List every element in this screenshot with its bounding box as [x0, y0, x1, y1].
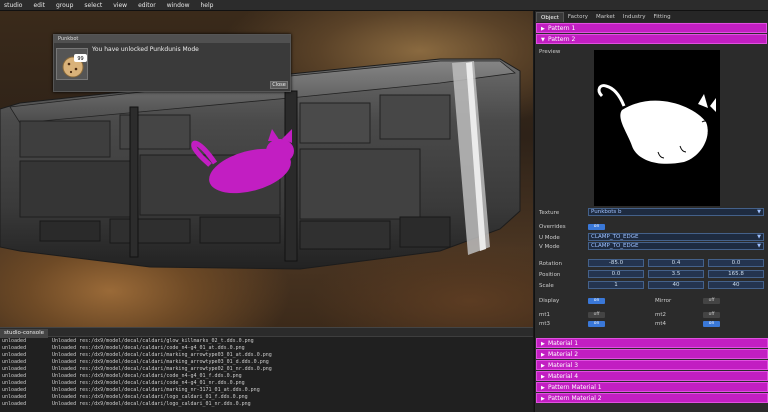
material-4-header[interactable]: ▶ Material 4	[536, 371, 768, 381]
notification-popup: Punkbot 99 You have unlocked Punkdunis M…	[53, 34, 291, 92]
scale-y-input[interactable]: 40	[648, 281, 704, 289]
chevron-right-icon: ▶	[541, 352, 545, 358]
mt4-toggle[interactable]: on	[703, 321, 720, 327]
menu-studio[interactable]: studio	[4, 2, 22, 9]
mirror-label: Mirror	[655, 298, 672, 304]
chevron-right-icon: ▶	[541, 396, 545, 402]
log-line: unloaded Unloaded res:/dx9/model/decal/ca…	[2, 380, 245, 386]
umode-label: U Mode	[539, 235, 560, 241]
rotation-y-input[interactable]: 0.4	[648, 259, 704, 267]
overrides-label: Overrides	[539, 224, 566, 230]
menu-edit[interactable]: edit	[33, 2, 45, 9]
tab-industry[interactable]: Industry	[619, 12, 650, 22]
rotation-label: Rotation	[539, 261, 563, 267]
chevron-right-icon: ▶	[541, 26, 545, 32]
notification-close-button[interactable]: Close	[270, 81, 288, 89]
speech-bubble-text: 99	[77, 56, 83, 62]
rotation-x-input[interactable]: -85.0	[588, 259, 644, 267]
menu-help[interactable]: help	[201, 2, 214, 9]
pattern-material-2-header[interactable]: ▶ Pattern Material 2	[536, 393, 768, 403]
log-line: unloaded Unloaded res:/dx9/model/decal/ca…	[2, 394, 248, 400]
chevron-right-icon: ▶	[541, 385, 545, 391]
chevron-right-icon: ▶	[541, 363, 545, 369]
notification-message: You have unlocked Punkdunis Mode	[92, 46, 199, 53]
scale-z-input[interactable]: 40	[708, 281, 764, 289]
tab-object[interactable]: Object	[536, 12, 564, 22]
mt3-label: mt3	[539, 321, 551, 327]
rotation-z-input[interactable]: 0.0	[708, 259, 764, 267]
inspector-panel: Object Factory Market Industry Fitting ▶…	[534, 11, 768, 412]
log-line: unloaded Unloaded res:/dx9/model/decal/ca…	[2, 387, 260, 393]
menu-view[interactable]: view	[113, 2, 127, 9]
dropdown-arrow-icon: ▼	[757, 234, 761, 240]
menu-editor[interactable]: editor	[138, 2, 156, 9]
notification-title: Punkbot	[54, 35, 290, 43]
vmode-label: V Mode	[539, 244, 560, 250]
display-label: Display	[539, 298, 560, 304]
material-1-header[interactable]: ▶ Material 1	[536, 338, 768, 348]
pattern-2-header[interactable]: ▼ Pattern 2	[536, 34, 767, 44]
log-line: unloaded Unloaded res:/dx9/model/decal/ca…	[2, 373, 242, 379]
studio-console: studio-console unloaded Unloaded res:/dx9…	[0, 327, 533, 412]
mt1-toggle[interactable]: off	[588, 312, 605, 318]
position-y-input[interactable]: 3.5	[648, 270, 704, 278]
tab-market[interactable]: Market	[592, 12, 619, 22]
log-line: unloaded Unloaded res:/dx9/model/decal/ca…	[2, 359, 269, 365]
menu-window[interactable]: window	[167, 2, 190, 9]
mt3-toggle[interactable]: on	[588, 321, 605, 327]
log-line: unloaded Unloaded res:/dx9/model/decal/ca…	[2, 366, 272, 372]
menu-select[interactable]: select	[84, 2, 102, 9]
tab-factory[interactable]: Factory	[564, 12, 592, 22]
material-3-header[interactable]: ▶ Material 3	[536, 360, 768, 370]
chevron-right-icon: ▶	[541, 374, 545, 380]
texture-preview	[594, 50, 720, 206]
material-list: ▶ Material 1 ▶ Material 2 ▶ Material 3 ▶ Mat…	[535, 337, 768, 404]
console-log: unloaded Unloaded res:/dx9/model/decal/ca…	[0, 337, 533, 409]
cookie-avatar: 99	[56, 48, 88, 80]
tab-fitting[interactable]: Fitting	[650, 12, 675, 22]
log-line: unloaded Unloaded res:/dx9/model/decal/ca…	[2, 401, 251, 407]
log-line: unloaded Unloaded res:/dx9/model/decal/ca…	[2, 345, 245, 351]
menu-group[interactable]: group	[56, 2, 73, 9]
3d-viewport[interactable]: Punkbot 99 You have unlocked Punkdunis M…	[0, 11, 533, 327]
log-line: unloaded Unloaded res:/dx9/model/decal/ca…	[2, 352, 272, 358]
umode-select[interactable]: CLAMP_TO_EDGE ▼	[588, 233, 764, 241]
log-line: unloaded Unloaded res:/dx9/model/decal/ca…	[2, 338, 254, 344]
menu-bar: studio edit group select view editor win…	[0, 0, 768, 11]
scale-x-input[interactable]: 1	[588, 281, 644, 289]
position-z-input[interactable]: 165.8	[708, 270, 764, 278]
chevron-down-icon: ▼	[541, 37, 545, 43]
display-toggle[interactable]: on	[588, 298, 605, 304]
vmode-select[interactable]: CLAMP_TO_EDGE ▼	[588, 242, 764, 250]
chevron-right-icon: ▶	[541, 341, 545, 347]
texture-select[interactable]: Punkbots b ▼	[588, 208, 764, 216]
console-tab[interactable]: studio-console	[0, 329, 48, 338]
dropdown-arrow-icon: ▼	[757, 243, 761, 249]
dropdown-arrow-icon: ▼	[757, 209, 761, 215]
scale-label: Scale	[539, 283, 554, 289]
pattern-material-1-header[interactable]: ▶ Pattern Material 1	[536, 382, 768, 392]
position-label: Position	[539, 272, 561, 278]
mirror-toggle[interactable]: off	[703, 298, 720, 304]
mt1-label: mt1	[539, 312, 551, 318]
mt2-toggle[interactable]: off	[703, 312, 720, 318]
texture-label: Texture	[539, 210, 560, 216]
material-2-header[interactable]: ▶ Material 2	[536, 349, 768, 359]
overrides-toggle[interactable]: on	[588, 224, 605, 230]
pattern-1-header[interactable]: ▶ Pattern 1	[536, 23, 767, 33]
mt2-label: mt2	[655, 312, 667, 318]
mt4-label: mt4	[655, 321, 667, 327]
inspector-tabs: Object Factory Market Industry Fitting	[535, 11, 768, 22]
preview-label: Preview	[539, 49, 561, 55]
position-x-input[interactable]: 0.0	[588, 270, 644, 278]
